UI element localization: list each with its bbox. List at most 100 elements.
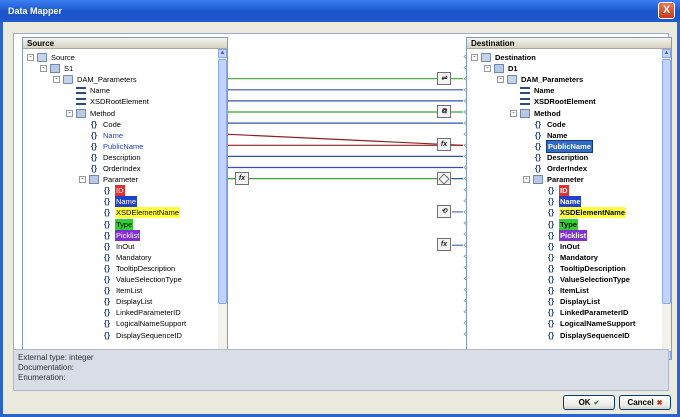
collapse-toggle-icon[interactable]: -	[66, 109, 73, 117]
scroll-thumb[interactable]	[662, 59, 671, 304]
source-tree-node[interactable]: - Source	[27, 52, 76, 63]
destination-tree-node[interactable]: - Method	[510, 108, 562, 119]
source-tree-node[interactable]: {} ValueSelectionType	[92, 274, 183, 285]
brace-icon: {}	[534, 164, 542, 173]
cancel-button[interactable]: Cancel ✖	[619, 395, 671, 410]
node-label: Name	[534, 86, 555, 96]
collapse-toggle-icon[interactable]: -	[523, 176, 530, 184]
source-header: Source	[23, 38, 227, 49]
source-tree-node[interactable]: - S1	[40, 63, 74, 74]
brace-icon: {}	[547, 197, 555, 207]
destination-tree-node[interactable]: {} ID	[536, 185, 569, 197]
node-label: PublicName	[546, 139, 593, 153]
destination-tree-node[interactable]: {} InOut	[536, 241, 581, 252]
source-tree-node[interactable]: - Parameter	[79, 174, 139, 185]
destination-tree-node[interactable]: {} Name	[536, 196, 582, 208]
scroll-thumb[interactable]	[218, 59, 227, 304]
source-tree-node[interactable]: XSDRootElement	[66, 96, 150, 107]
function-transform-icon[interactable]: ⟲	[437, 204, 451, 218]
node-label: DAM_Parameters	[521, 75, 584, 85]
source-tree-node[interactable]: {} ID	[92, 185, 125, 197]
source-tree-node[interactable]: {} Mandatory	[92, 252, 152, 263]
collapse-toggle-icon[interactable]: -	[497, 76, 504, 84]
destination-tree-node[interactable]: {} DisplayList	[536, 296, 601, 307]
function-fx-icon[interactable]: fx	[235, 171, 249, 185]
brace-icon: {}	[103, 297, 111, 307]
ok-button[interactable]: OK ✔	[563, 395, 615, 410]
destination-tree-node[interactable]: {} XSDElementName	[536, 207, 627, 219]
destination-tree-node[interactable]: Name	[510, 85, 555, 96]
node-label: DisplayList	[116, 297, 153, 307]
node-label: Picklist	[559, 229, 588, 241]
cancel-icon: ✖	[656, 400, 663, 407]
destination-tree-node[interactable]: {} LinkedParameterID	[536, 307, 629, 318]
destination-tree-node[interactable]: {} Code	[523, 119, 567, 130]
brace-icon: {}	[547, 297, 555, 307]
title-bar[interactable]: Data Mapper X	[0, 0, 680, 22]
collapse-toggle-icon[interactable]: -	[53, 76, 60, 84]
destination-tree-node[interactable]: {} TooltipDescription	[536, 263, 627, 274]
destination-tree-node[interactable]: - D1	[484, 63, 519, 74]
source-tree-node[interactable]: Name	[66, 85, 111, 96]
source-vertical-scrollbar[interactable]: ▲ ▼	[218, 49, 227, 360]
destination-tree-node[interactable]: {} DisplaySequenceID	[536, 330, 631, 341]
collapse-toggle-icon[interactable]: -	[471, 54, 478, 61]
destination-tree-node[interactable]: {} ItemList	[536, 285, 590, 296]
source-tree-node[interactable]: {} PublicName	[79, 141, 144, 152]
field-icon	[520, 98, 530, 106]
source-tree-node[interactable]: {} ItemList	[92, 285, 143, 296]
node-label: D1	[508, 64, 518, 74]
collapse-toggle-icon[interactable]: -	[79, 176, 86, 184]
brace-icon: {}	[90, 119, 98, 129]
source-tree-node[interactable]: - DAM_Parameters	[53, 74, 138, 85]
source-tree-node[interactable]: {} Type	[92, 218, 134, 230]
destination-tree-node[interactable]: XSDRootElement	[510, 96, 597, 107]
destination-tree-node[interactable]: {} PublicName	[523, 139, 593, 153]
source-tree-node[interactable]: {} OrderIndex	[79, 163, 142, 174]
destination-tree-node[interactable]: {} Type	[536, 218, 578, 230]
function-fx-icon[interactable]: fx	[437, 138, 451, 152]
collapse-toggle-icon[interactable]: -	[40, 65, 47, 73]
source-tree-node[interactable]: {} Picklist	[92, 229, 141, 241]
source-tree-node[interactable]: {} LinkedParameterID	[92, 307, 182, 318]
source-tree-node[interactable]: {} XSDElementName	[92, 207, 180, 219]
destination-tree-node[interactable]: {} Picklist	[536, 229, 588, 241]
scroll-up-icon[interactable]: ▲	[218, 49, 227, 58]
node-label: Code	[103, 119, 121, 129]
transform-icon[interactable]: ⇌	[437, 71, 451, 85]
node-label: InOut	[560, 241, 580, 251]
copy-icon[interactable]: ⧉	[437, 105, 451, 118]
close-button[interactable]: X	[658, 2, 675, 19]
source-tree-node[interactable]: {} TooltipDescription	[92, 263, 176, 274]
brace-icon: {}	[103, 186, 111, 196]
destination-tree-node[interactable]: {} OrderIndex	[523, 163, 588, 174]
brace-icon: {}	[547, 252, 555, 262]
destination-tree-node[interactable]: {} ValueSelectionType	[536, 274, 631, 285]
destination-tree-node[interactable]: {} Description	[523, 152, 589, 163]
source-tree-node[interactable]: {} DisplaySequenceID	[92, 330, 183, 341]
collapse-toggle-icon[interactable]: -	[27, 54, 34, 61]
brace-icon: {}	[547, 319, 555, 329]
destination-tree-node[interactable]: {} Mandatory	[536, 252, 599, 263]
node-label: XSDRootElement	[534, 97, 596, 107]
source-tree-node[interactable]: {} Code	[79, 119, 122, 130]
source-tree-node[interactable]: {} DisplayList	[92, 296, 153, 307]
source-tree-node[interactable]: {} Name	[92, 196, 138, 208]
source-tree-node[interactable]: {} Name	[79, 130, 124, 141]
destination-tree-node[interactable]: {} LogicalNameSupport	[536, 318, 636, 329]
source-tree-node[interactable]: {} Description	[79, 152, 142, 163]
source-tree-node[interactable]: - Method	[66, 108, 116, 119]
node-label: DisplaySequenceID	[560, 330, 630, 340]
collapse-toggle-icon[interactable]: -	[510, 109, 517, 117]
source-tree-node[interactable]: {} LogicalNameSupport	[92, 318, 187, 329]
scroll-up-icon[interactable]: ▲	[662, 49, 671, 58]
destination-vertical-scrollbar[interactable]: ▲ ▼	[662, 49, 671, 360]
destination-tree-node[interactable]: - DAM_Parameters	[497, 74, 584, 85]
destination-tree-node[interactable]: - Parameter	[523, 174, 585, 185]
mapping-line[interactable]	[225, 133, 464, 146]
function-fx-icon[interactable]: fx	[437, 238, 451, 252]
collapse-toggle-icon[interactable]: -	[484, 65, 491, 73]
source-tree-node[interactable]: {} InOut	[92, 241, 135, 252]
node-label: ID	[115, 185, 125, 197]
destination-tree-node[interactable]: - Destination	[471, 52, 537, 63]
